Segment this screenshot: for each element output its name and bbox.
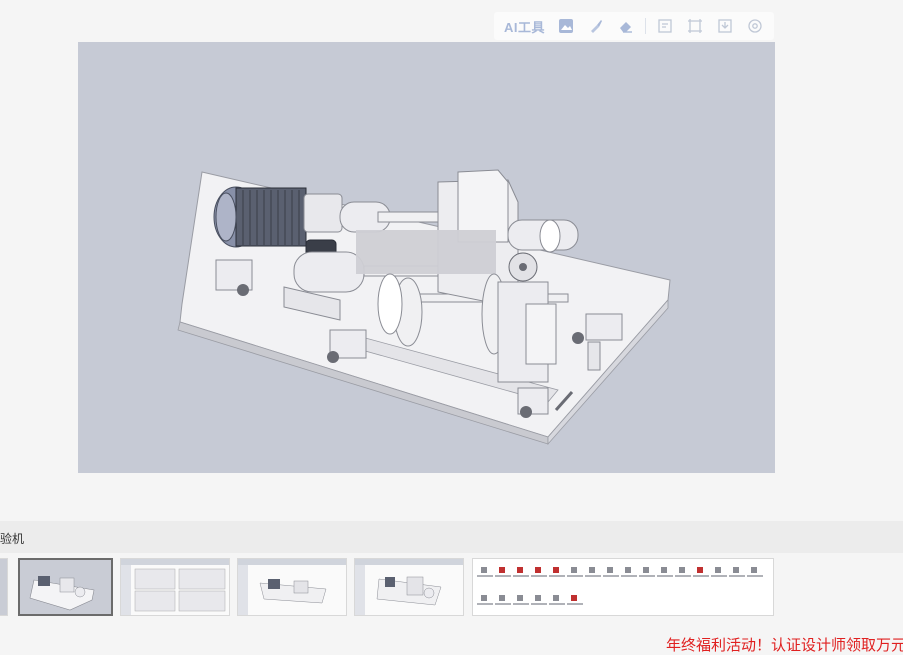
thumbnail-item[interactable] [472, 558, 774, 616]
thumbnail-item[interactable] [0, 558, 8, 616]
resize-icon[interactable] [680, 12, 710, 40]
caption-bar: 试验机 [0, 521, 903, 553]
image-icon[interactable] [551, 12, 581, 40]
eraser-icon[interactable] [611, 12, 641, 40]
brush-icon[interactable] [581, 12, 611, 40]
thumbnail-strip [0, 558, 903, 620]
settings-icon[interactable] [740, 12, 770, 40]
image-toolbar: AI工具 [494, 12, 774, 40]
thumbnail-item-selected[interactable] [18, 558, 113, 616]
thumbnail-item[interactable] [354, 558, 464, 616]
thumbnail-item[interactable] [237, 558, 347, 616]
model-title: 试验机 [0, 532, 25, 546]
ai-tools-button[interactable]: AI工具 [494, 12, 551, 40]
promo-banner-text[interactable]: 年终福利活动！认证设计师领取万元现金 [666, 634, 903, 655]
machine-model-illustration [177, 169, 671, 446]
thumbnail-item[interactable] [120, 558, 230, 616]
crop-icon[interactable] [650, 12, 680, 40]
toolbar-divider [645, 18, 647, 34]
download-icon[interactable] [710, 12, 740, 40]
model-preview-image [78, 42, 775, 473]
